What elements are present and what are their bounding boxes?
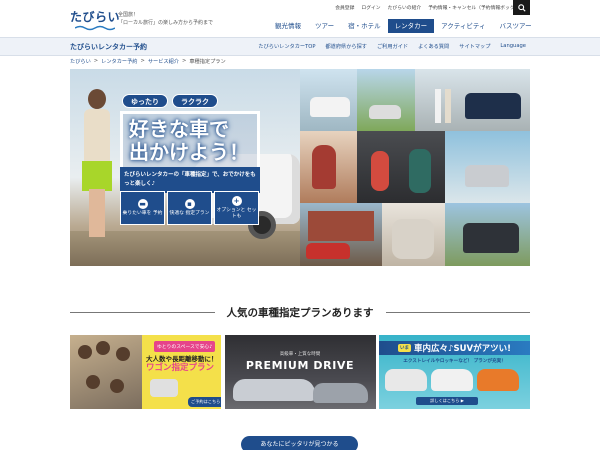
hero-headline-line-1: 好きな車で (129, 117, 229, 141)
nav-sightseeing[interactable]: 観光情報 (268, 19, 308, 33)
hero-banner: ゆったり ラクラク 好きな車で 出かけよう！ たびらいレンタカーの「車種指定」で… (70, 69, 530, 266)
hero-features: ▬ 乗りたい車を 予約 ▪ 快適な 指定プラン + オプションと セットも (120, 191, 259, 225)
hero-person (80, 89, 115, 239)
site-logo[interactable]: たびらい (70, 8, 120, 31)
breadcrumb-item[interactable]: たびらい (70, 58, 91, 65)
login-link[interactable]: ログイン (361, 4, 380, 11)
subnav-prefecture[interactable]: 都道府県から探す (325, 43, 367, 50)
tagline-line-2: 「ローカル旅行」の楽しみ方から予約まで (118, 20, 214, 26)
car-icon: ▬ (137, 199, 148, 209)
collage-photo (300, 203, 382, 266)
subnav-faq[interactable]: よくある質問 (418, 43, 449, 50)
logo-wave-icon (75, 25, 115, 31)
seat-icon: ▪ (184, 199, 195, 209)
collage-photo (300, 69, 357, 131)
about-link[interactable]: たびらいの紹介 (388, 4, 422, 11)
subnav-top[interactable]: たびらいレンタカーTOP (258, 43, 315, 50)
heading-rule-right (385, 311, 530, 313)
card-detail-button[interactable]: 詳しくはこちら ▶ (416, 397, 478, 405)
breadcrumb: たびらい > レンタカー予約 > サービス紹介 > 車種指定プラン (70, 58, 226, 65)
subnav-guide[interactable]: ご利用ガイド (377, 43, 408, 50)
hero-badge-right: ラクラク (172, 94, 218, 108)
nav-bustour[interactable]: バスツアー (493, 19, 539, 33)
nav-tour[interactable]: ツアー (308, 19, 341, 33)
collage-photo (445, 203, 530, 266)
collage-photo (300, 131, 357, 203)
card-car-image (385, 369, 427, 391)
card-car-image (431, 369, 473, 391)
breadcrumb-separator: > (181, 58, 187, 64)
nav-activity[interactable]: アクティビティ (434, 19, 492, 33)
breadcrumb-item[interactable]: レンタカー予約 (101, 58, 137, 65)
collage-photo (382, 203, 445, 266)
main-nav: 観光情報 ツアー 宿・ホテル レンタカー アクティビティ バスツアー (268, 19, 539, 33)
breadcrumb-separator: > (93, 58, 99, 64)
nav-hotel[interactable]: 宿・ホテル (341, 19, 388, 33)
site-header: たびらい 全国旅！ 「ローカル旅行」の楽しみ方から予約まで 会員登録 ログイン … (0, 0, 600, 37)
card-subtitle: エクストレイルやロッキーなど！ プランが充実！ (403, 359, 506, 364)
card-title: 車内広々♪SUVがアツい! (414, 344, 511, 354)
feature-comfort-plan: ▪ 快適な 指定プラン (167, 191, 212, 225)
reservation-box-link[interactable]: 予約情報・キャンセル（予約情報ボックス） (428, 4, 524, 11)
card-tag: ゆとりのスペースで安心♪ (154, 341, 216, 352)
card-subtitle: 高級車・上質な時間 (279, 352, 321, 357)
section-title: 人気の車種指定プランあります (226, 306, 374, 319)
card-car-image (312, 383, 368, 403)
card-car-image (477, 369, 519, 391)
feature-label: 快適な 指定プラン (169, 211, 210, 216)
hero-headline: 好きな車で 出かけよう！ (120, 111, 260, 171)
search-button[interactable] (513, 0, 530, 15)
find-plan-button[interactable]: あなたにピッタリが見つかる (241, 436, 358, 450)
hero-description: たびらいレンタカーの「車種指定」で、おでかけをもっと楽しく♪ (120, 167, 260, 193)
breadcrumb-separator: > (140, 58, 145, 64)
plan-card-premium[interactable]: 高級車・上質な時間 PREMIUM DRIVE (224, 335, 376, 409)
card-car-image (150, 379, 178, 397)
breadcrumb-item[interactable]: サービス紹介 (148, 58, 179, 65)
feature-reserve-car: ▬ 乗りたい車を 予約 (120, 191, 165, 225)
sub-header: たびらいレンタカー予約 たびらいレンタカーTOP 都道府県から探す ご利用ガイド… (0, 37, 600, 56)
card-line-2: ワゴン指定プラン (146, 363, 215, 373)
plus-icon: + (231, 196, 242, 206)
plan-card-suv[interactable]: いま 車内広々♪SUVがアツい! エクストレイルやロッキーなど！ プランが充実！… (379, 335, 530, 409)
tagline: 全国旅！ 「ローカル旅行」の楽しみ方から予約まで (118, 11, 213, 27)
subnav-language[interactable]: Language (500, 43, 526, 50)
service-title[interactable]: たびらいレンタカー予約 (70, 42, 147, 52)
feature-label: オプションと セットも (216, 208, 257, 219)
subnav-sitemap[interactable]: サイトマップ (459, 43, 490, 50)
utility-links: 会員登録 ログイン たびらいの紹介 予約情報・キャンセル（予約情報ボックス） (335, 4, 524, 11)
plan-cards: ゆとりのスペースで安心♪ 大人数や長距離移動に！ ワゴン指定プラン ご予約はこち… (70, 335, 530, 409)
sub-nav: たびらいレンタカーTOP 都道府県から探す ご利用ガイド よくある質問 サイトマ… (258, 43, 526, 50)
section-heading: 人気の車種指定プランあります (70, 304, 530, 320)
feature-options: + オプションと セットも (214, 191, 259, 225)
card-title: PREMIUM DRIVE (245, 359, 355, 372)
breadcrumb-current: 車種指定プラン (189, 59, 226, 65)
search-icon (517, 3, 526, 12)
register-link[interactable]: 会員登録 (335, 4, 354, 11)
hero-headline-line-2: 出かけよう！ (129, 140, 249, 164)
collage-photo (445, 131, 530, 203)
nav-rentacar[interactable]: レンタカー (387, 19, 435, 33)
card-car-image (232, 379, 315, 401)
page: たびらい 全国旅！ 「ローカル旅行」の楽しみ方から予約まで 会員登録 ログイン … (0, 0, 600, 450)
card-photo-people (70, 335, 142, 409)
collage-photo (357, 131, 445, 203)
card-tag: いま (398, 344, 412, 352)
collage-photo (357, 69, 415, 131)
heading-rule-left (70, 311, 215, 313)
collage-photo (415, 69, 530, 131)
logo-text: たびらい (70, 10, 121, 24)
hero-photo-collage (300, 69, 530, 266)
card-header-bar: いま 車内広々♪SUVがアツい! (379, 341, 530, 355)
tagline-line-1: 全国旅！ (118, 12, 139, 18)
card-reserve-button[interactable]: ご予約はこちら ▶ (188, 397, 221, 407)
hero-badge-left: ゆったり (122, 94, 168, 108)
plan-card-wagon[interactable]: ゆとりのスペースで安心♪ 大人数や長距離移動に！ ワゴン指定プラン ご予約はこち… (70, 335, 221, 409)
feature-label: 乗りたい車を 予約 (122, 211, 163, 216)
